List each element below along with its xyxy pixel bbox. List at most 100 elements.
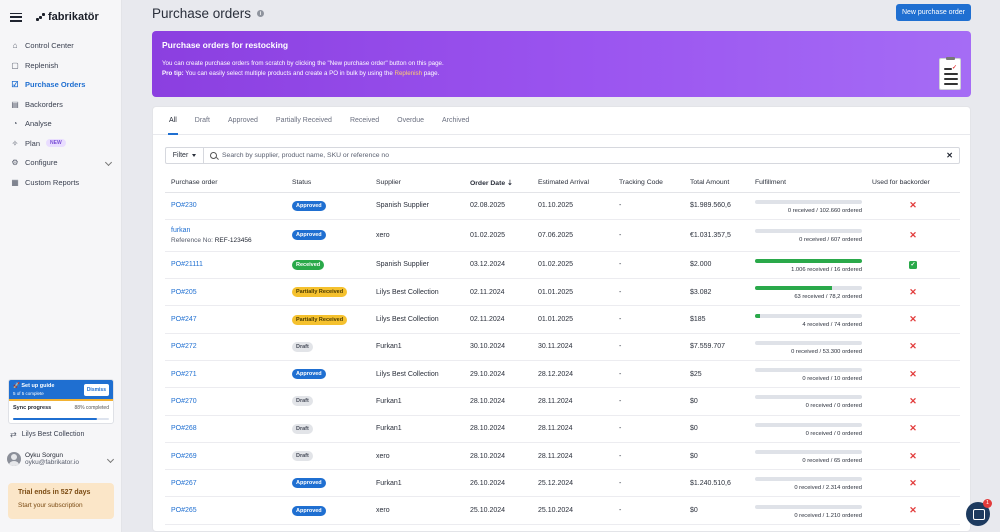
shuffle-icon: ⇄ bbox=[10, 430, 17, 439]
po-link[interactable]: PO#268 bbox=[171, 425, 286, 432]
new-purchase-order-button[interactable]: New purchase order bbox=[895, 4, 971, 21]
po-link[interactable]: PO#271 bbox=[171, 371, 286, 378]
store-switcher[interactable]: ⇄ Lilys Best Collection bbox=[10, 430, 84, 439]
close-icon[interactable]: ✕ bbox=[946, 151, 953, 160]
column-header-total-amount[interactable]: Total Amount bbox=[684, 174, 749, 193]
column-header-status[interactable]: Status bbox=[286, 174, 370, 193]
purchase-orders-table: Purchase order Status Supplier Order Dat… bbox=[165, 174, 960, 525]
start-subscription-link[interactable]: Start your subscription bbox=[18, 502, 104, 509]
reference-value: REF-123456 bbox=[214, 236, 252, 244]
dismiss-button[interactable]: Dismiss bbox=[83, 384, 109, 396]
banner-title: Purchase orders for restocking bbox=[162, 40, 289, 50]
column-header-supplier[interactable]: Supplier bbox=[370, 174, 464, 193]
po-link[interactable]: PO#270 bbox=[171, 398, 286, 405]
table-row[interactable]: PO#272 Draft Furkan1 30.10.2024 30.11.2024- $… bbox=[165, 333, 960, 361]
status-cell: Approved bbox=[286, 469, 370, 498]
sidebar-item-configure[interactable]: ⚙ Configure bbox=[0, 153, 121, 173]
setup-guide-card[interactable]: 🚀 Set up guide 5 of 5 complete Dismiss S… bbox=[8, 379, 114, 424]
sidebar-item-backorders[interactable]: ▤ Backorders bbox=[0, 95, 121, 115]
column-header-estimated-arrival[interactable]: Estimated Arrival bbox=[532, 174, 613, 193]
amount-cell: $0 bbox=[684, 415, 749, 443]
po-link[interactable]: PO#272 bbox=[171, 343, 286, 350]
po-link[interactable]: PO#267 bbox=[171, 480, 286, 487]
sidebar-item-label: Purchase Orders bbox=[25, 80, 86, 90]
sidebar-item-analyse[interactable]: ◔ Analyse bbox=[0, 114, 121, 134]
table-row[interactable]: PO#271 Approved Lilys Best Collection 29.10… bbox=[165, 360, 960, 389]
trial-card[interactable]: Trial ends in 527 days Start your subscr… bbox=[8, 483, 114, 519]
column-header-order-date[interactable]: Order Date ⇣ bbox=[464, 174, 532, 193]
table-row[interactable]: PO#270 Draft Furkan1 28.10.2024 28.11.2024- $… bbox=[165, 387, 960, 416]
tab-archived[interactable]: Archived bbox=[442, 107, 469, 134]
chat-launcher-icon[interactable]: 1 bbox=[966, 499, 992, 526]
sync-progress-label: Sync progress bbox=[13, 405, 52, 411]
fulfillment-cell: 0 received / 0 ordered bbox=[749, 415, 866, 443]
fulfillment-cell: 63 received / 78,2 ordered bbox=[749, 278, 866, 307]
sidebar-item-plan[interactable]: ✧ Plan NEW bbox=[0, 134, 121, 154]
amount-cell: $0 bbox=[684, 442, 749, 471]
app-frame: fabrikatör ⌂ Control Center ▢ Replenish ☑ P… bbox=[0, 0, 1000, 532]
order-date-cell: 25.10.2024 bbox=[464, 496, 532, 525]
arrival-cell: 28.12.2024 bbox=[532, 360, 613, 389]
table-body: PO#230 Approved Spanish Supplier 02.08.2025… bbox=[165, 192, 960, 525]
checkbox-list-icon: ☑ bbox=[11, 80, 19, 90]
backorder-cell: ✕ bbox=[866, 496, 960, 525]
tab-partially-received[interactable]: Partially Received bbox=[276, 107, 332, 134]
tab-overdue[interactable]: Overdue bbox=[397, 107, 424, 134]
column-header-used-for-backorder[interactable]: Used for backorder bbox=[866, 174, 960, 193]
sidebar-item-replenish[interactable]: ▢ Replenish bbox=[0, 56, 121, 76]
table-row[interactable]: furkan Reference No: REF-123456 Approved xe… bbox=[165, 219, 960, 252]
column-header-purchase-order[interactable]: Purchase order bbox=[165, 174, 286, 193]
column-header-fulfillment[interactable]: Fulfillment bbox=[749, 174, 866, 193]
backorder-cell: ✕ bbox=[866, 387, 960, 416]
po-link[interactable]: PO#265 bbox=[171, 507, 286, 514]
table-row[interactable]: PO#265 Approved xero 25.10.2024 25.10.2024- $… bbox=[165, 496, 960, 525]
cross-icon: ✕ bbox=[909, 450, 917, 461]
po-link[interactable]: PO#269 bbox=[171, 453, 286, 460]
table-row[interactable]: PO#21111 Received Spanish Supplier 03.12.20… bbox=[165, 251, 960, 280]
tab-all[interactable]: All bbox=[168, 107, 178, 135]
sidebar-item-control-center[interactable]: ⌂ Control Center bbox=[0, 36, 121, 56]
banner-text: You can create purchase orders from scra… bbox=[162, 60, 444, 67]
tab-approved[interactable]: Approved bbox=[228, 107, 258, 134]
app-logo[interactable]: fabrikatör bbox=[36, 11, 99, 23]
sidebar-item-custom-reports[interactable]: ▦ Custom Reports bbox=[0, 173, 121, 193]
app-name: fabrikatör bbox=[48, 11, 99, 23]
info-icon[interactable]: i bbox=[257, 10, 265, 17]
reference-label: Reference No: bbox=[171, 236, 213, 244]
user-menu[interactable]: Oyku Sorgun oyku@fabrikator.io bbox=[7, 452, 115, 466]
po-link[interactable]: PO#247 bbox=[171, 316, 286, 323]
page-title: Purchase orders i bbox=[152, 6, 265, 21]
status-badge: Approved bbox=[292, 200, 326, 211]
new-badge: NEW bbox=[46, 139, 66, 148]
tab-received[interactable]: Received bbox=[350, 107, 379, 134]
caret-down-icon bbox=[192, 154, 197, 157]
arrival-cell: 28.11.2024 bbox=[532, 387, 613, 416]
tab-draft[interactable]: Draft bbox=[195, 107, 210, 134]
po-link[interactable]: PO#205 bbox=[171, 289, 286, 296]
table-row[interactable]: PO#205 Partially Received Lilys Best Colle… bbox=[165, 278, 960, 307]
po-link[interactable]: furkan bbox=[171, 227, 286, 234]
po-link[interactable]: PO#21111 bbox=[171, 261, 286, 268]
arrival-cell: 01.01.2025 bbox=[532, 278, 613, 307]
table-row[interactable]: PO#267 Approved Furkan1 26.10.2024 25.12.202… bbox=[165, 469, 960, 498]
reference-number: Reference No: REF-123456 bbox=[171, 237, 286, 244]
table-row[interactable]: PO#269 Draft xero 28.10.2024 28.11.2024- $0 0 … bbox=[165, 442, 960, 471]
tracking-cell: - bbox=[613, 415, 684, 443]
table-row[interactable]: PO#247 Partially Received Lilys Best Colle… bbox=[165, 305, 960, 334]
status-badge: Partially Received bbox=[292, 287, 348, 298]
sync-progress-fill bbox=[13, 418, 98, 420]
search-input[interactable] bbox=[222, 152, 947, 159]
fulfillment-text: 0 received / 53.300 ordered bbox=[791, 348, 862, 355]
po-link[interactable]: PO#230 bbox=[171, 202, 286, 209]
column-header-tracking-code[interactable]: Tracking Code bbox=[613, 174, 684, 193]
table-row[interactable]: PO#230 Approved Spanish Supplier 02.08.2025… bbox=[165, 192, 960, 220]
fulfillment-text: 0 received / 1.210 ordered bbox=[794, 512, 862, 519]
sparkle-icon: ✧ bbox=[11, 138, 19, 148]
sidebar-item-purchase-orders[interactable]: ☑ Purchase Orders bbox=[0, 75, 121, 95]
table-row[interactable]: PO#268 Draft Furkan1 28.10.2024 28.11.2024- $… bbox=[165, 415, 960, 443]
hamburger-menu-icon[interactable] bbox=[10, 12, 22, 22]
amount-cell: $0 bbox=[684, 496, 749, 525]
filter-button[interactable]: Filter bbox=[166, 148, 204, 163]
replenish-link[interactable]: Replenish bbox=[395, 70, 423, 77]
order-date-cell: 02.08.2025 bbox=[464, 192, 532, 220]
